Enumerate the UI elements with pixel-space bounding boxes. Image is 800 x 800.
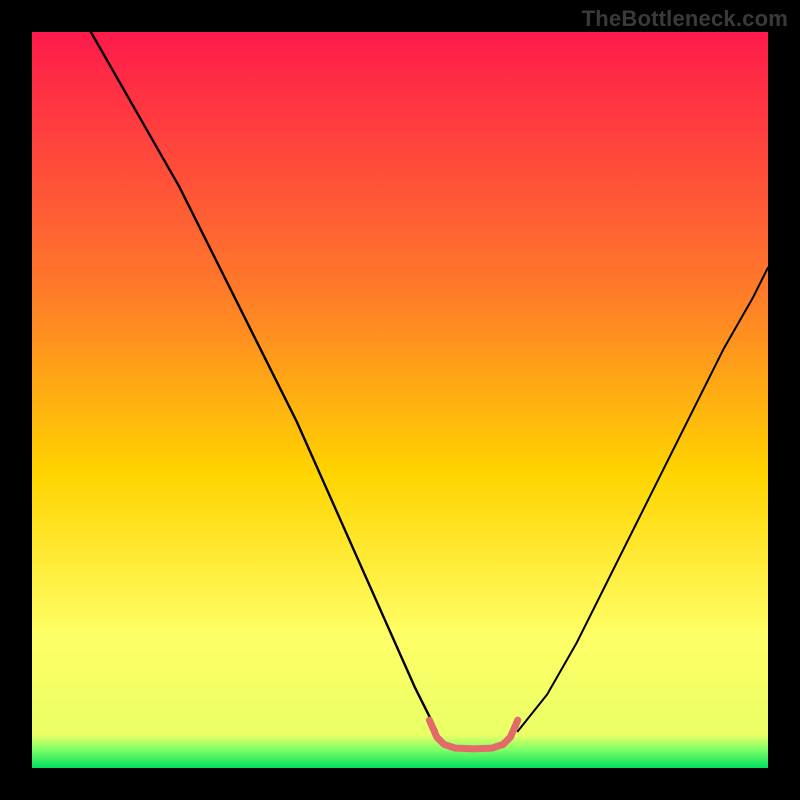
chart-frame: TheBottleneck.com — [0, 0, 800, 800]
chart-background — [32, 32, 768, 768]
watermark-text: TheBottleneck.com — [582, 6, 788, 32]
plot-area — [32, 32, 768, 768]
chart-svg — [32, 32, 768, 768]
